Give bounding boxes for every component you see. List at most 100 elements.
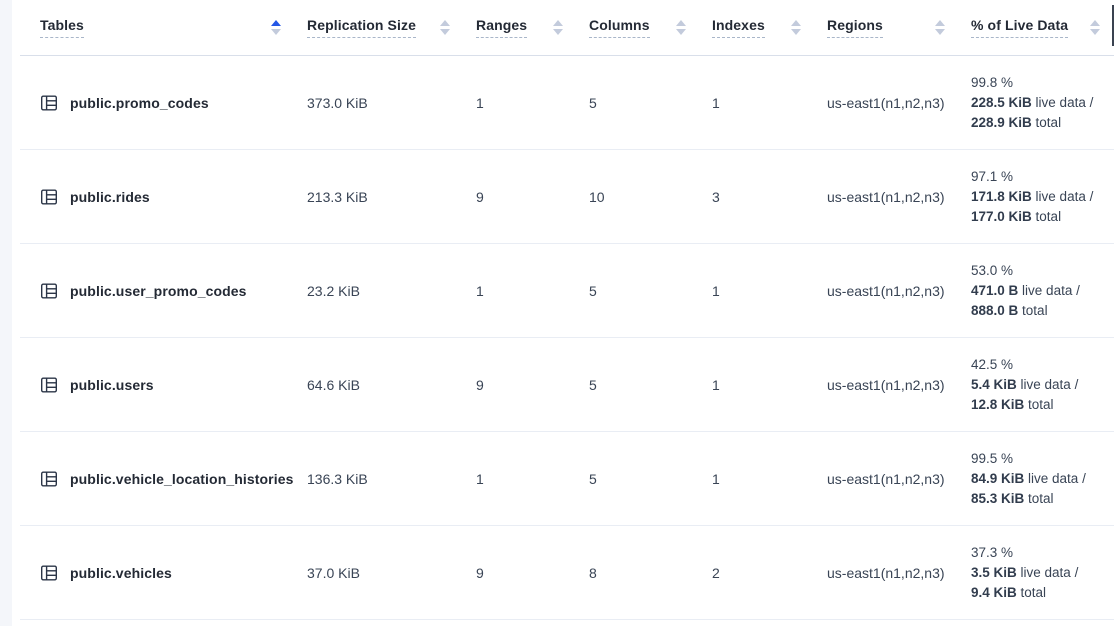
regions-cell: us-east1(n1,n2,n3)	[815, 150, 959, 243]
column-header-label: Ranges	[476, 17, 527, 38]
live-data-cell: 99.8 % 228.5 KiB live data / 228.9 KiB t…	[959, 56, 1114, 149]
live-data-percent: 37.3 %	[971, 543, 1013, 563]
total-data-size: 228.9 KiB total	[971, 113, 1061, 133]
indexes-cell: 2	[700, 526, 815, 619]
column-header-replication-size[interactable]: Replication Size	[295, 0, 464, 55]
regions-cell: us-east1(n1,n2,n3)	[815, 56, 959, 149]
table-row[interactable]: public.promo_codes 373.0 KiB 1 5 1 us-ea…	[20, 56, 1114, 150]
table-name-cell: public.vehicles	[20, 526, 295, 619]
column-header-label: Regions	[827, 17, 883, 38]
replication-size-cell: 37.0 KiB	[295, 526, 464, 619]
sort-arrows-icon[interactable]	[791, 20, 801, 35]
live-data-size: 3.5 KiB live data /	[971, 563, 1078, 583]
table-icon	[40, 94, 58, 112]
sort-arrows-icon[interactable]	[553, 20, 563, 35]
sort-arrows-icon[interactable]	[1090, 20, 1100, 35]
sort-arrows-icon[interactable]	[935, 20, 945, 35]
table-icon	[40, 376, 58, 394]
column-header-columns[interactable]: Columns	[577, 0, 700, 55]
live-data-percent: 97.1 %	[971, 167, 1013, 187]
live-data-percent: 99.5 %	[971, 449, 1013, 469]
replication-size-cell: 373.0 KiB	[295, 56, 464, 149]
indexes-cell: 1	[700, 338, 815, 431]
replication-size-cell: 213.3 KiB	[295, 150, 464, 243]
table-row[interactable]: public.users 64.6 KiB 9 5 1 us-east1(n1,…	[20, 338, 1114, 432]
replication-size-cell: 23.2 KiB	[295, 244, 464, 337]
indexes-cell: 1	[700, 432, 815, 525]
column-header-indexes[interactable]: Indexes	[700, 0, 815, 55]
indexes-cell: 1	[700, 244, 815, 337]
table-name-link[interactable]: public.user_promo_codes	[70, 283, 247, 299]
sort-arrows-icon[interactable]	[676, 20, 686, 35]
column-header-label: Columns	[589, 17, 650, 38]
table-name-cell: public.user_promo_codes	[20, 244, 295, 337]
column-header-label: Replication Size	[307, 17, 416, 38]
ranges-cell: 1	[464, 244, 577, 337]
columns-cell: 5	[577, 56, 700, 149]
table-row[interactable]: public.rides 213.3 KiB 9 10 3 us-east1(n…	[20, 150, 1114, 244]
column-header-tables[interactable]: Tables	[20, 0, 295, 55]
table-row[interactable]: public.vehicles 37.0 KiB 9 8 2 us-east1(…	[20, 526, 1114, 620]
total-data-size: 12.8 KiB total	[971, 395, 1054, 415]
column-header-label: Tables	[40, 17, 84, 38]
live-data-percent: 42.5 %	[971, 355, 1013, 375]
regions-cell: us-east1(n1,n2,n3)	[815, 338, 959, 431]
total-data-size: 85.3 KiB total	[971, 489, 1054, 509]
table-name-cell: public.rides	[20, 150, 295, 243]
indexes-cell: 1	[700, 56, 815, 149]
table-body: public.promo_codes 373.0 KiB 1 5 1 us-ea…	[20, 56, 1114, 620]
table-row[interactable]: public.vehicle_location_histories 136.3 …	[20, 432, 1114, 526]
table-header-row: Tables Replication Size Ranges Columns I…	[20, 0, 1114, 56]
indexes-cell: 3	[700, 150, 815, 243]
ranges-cell: 9	[464, 150, 577, 243]
live-data-size: 84.9 KiB live data /	[971, 469, 1086, 489]
column-header-regions[interactable]: Regions	[815, 0, 959, 55]
ranges-cell: 1	[464, 56, 577, 149]
table-name-cell: public.users	[20, 338, 295, 431]
table-name-link[interactable]: public.vehicle_location_histories	[70, 471, 293, 487]
live-data-cell: 99.5 % 84.9 KiB live data / 85.3 KiB tot…	[959, 432, 1114, 525]
live-data-percent: 99.8 %	[971, 73, 1013, 93]
total-data-size: 9.4 KiB total	[971, 583, 1046, 603]
table-name-link[interactable]: public.rides	[70, 189, 150, 205]
sort-arrows-icon[interactable]	[271, 20, 281, 35]
live-data-cell: 42.5 % 5.4 KiB live data / 12.8 KiB tota…	[959, 338, 1114, 431]
table-icon	[40, 188, 58, 206]
total-data-size: 888.0 B total	[971, 301, 1048, 321]
ranges-cell: 1	[464, 432, 577, 525]
sort-arrows-icon[interactable]	[440, 20, 450, 35]
columns-cell: 5	[577, 244, 700, 337]
table-row[interactable]: public.user_promo_codes 23.2 KiB 1 5 1 u…	[20, 244, 1114, 338]
column-header-pct-live-data[interactable]: % of Live Data	[959, 0, 1114, 55]
table-name-link[interactable]: public.vehicles	[70, 565, 172, 581]
table-name-cell: public.promo_codes	[20, 56, 295, 149]
column-header-ranges[interactable]: Ranges	[464, 0, 577, 55]
ranges-cell: 9	[464, 338, 577, 431]
regions-cell: us-east1(n1,n2,n3)	[815, 244, 959, 337]
columns-cell: 8	[577, 526, 700, 619]
table-name-link[interactable]: public.promo_codes	[70, 95, 209, 111]
live-data-cell: 97.1 % 171.8 KiB live data / 177.0 KiB t…	[959, 150, 1114, 243]
live-data-percent: 53.0 %	[971, 261, 1013, 281]
regions-cell: us-east1(n1,n2,n3)	[815, 432, 959, 525]
columns-cell: 10	[577, 150, 700, 243]
live-data-size: 471.0 B live data /	[971, 281, 1080, 301]
database-tables-table: Tables Replication Size Ranges Columns I…	[20, 0, 1114, 620]
db-console-tables-page: Tables Replication Size Ranges Columns I…	[0, 0, 1114, 626]
columns-cell: 5	[577, 432, 700, 525]
table-name-cell: public.vehicle_location_histories	[20, 432, 295, 525]
columns-cell: 5	[577, 338, 700, 431]
table-icon	[40, 564, 58, 582]
live-data-cell: 53.0 % 471.0 B live data / 888.0 B total	[959, 244, 1114, 337]
table-name-link[interactable]: public.users	[70, 377, 154, 393]
page-left-gutter	[0, 0, 12, 626]
live-data-size: 5.4 KiB live data /	[971, 375, 1078, 395]
replication-size-cell: 136.3 KiB	[295, 432, 464, 525]
regions-cell: us-east1(n1,n2,n3)	[815, 526, 959, 619]
column-header-label: % of Live Data	[971, 17, 1068, 38]
column-header-label: Indexes	[712, 17, 765, 38]
live-data-size: 228.5 KiB live data /	[971, 93, 1093, 113]
ranges-cell: 9	[464, 526, 577, 619]
table-icon	[40, 470, 58, 488]
live-data-cell: 37.3 % 3.5 KiB live data / 9.4 KiB total	[959, 526, 1114, 619]
